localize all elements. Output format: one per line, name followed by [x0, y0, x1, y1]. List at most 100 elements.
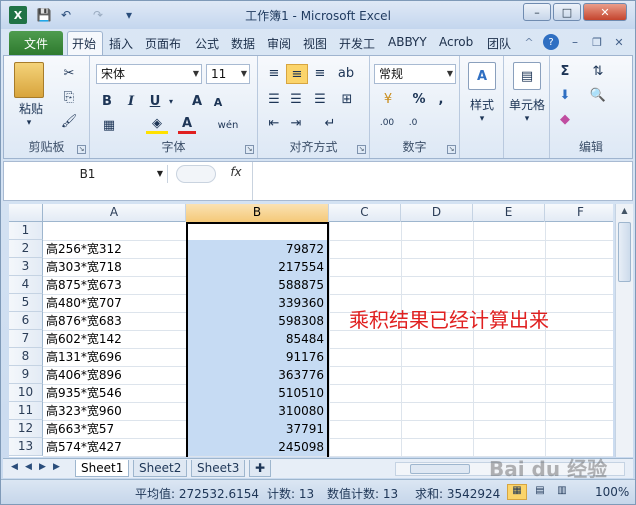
- insert-function-button[interactable]: fx: [224, 165, 248, 183]
- decrease-indent-icon[interactable]: ⇤: [264, 114, 284, 132]
- cell-a[interactable]: 高935*宽546: [46, 384, 122, 402]
- minimize-button[interactable]: –: [523, 3, 551, 21]
- italic-button[interactable]: I: [122, 92, 140, 110]
- tab-file[interactable]: 文件: [9, 31, 63, 55]
- column-header-f[interactable]: F: [545, 204, 613, 222]
- font-name-combo[interactable]: 宋体 ▼: [96, 64, 202, 84]
- vertical-scrollbar[interactable]: ▲: [615, 204, 633, 457]
- clipboard-launcher-icon[interactable]: ↘: [77, 145, 86, 154]
- cells-icon[interactable]: ▤: [513, 62, 541, 90]
- insert-sheet-icon[interactable]: ✚: [249, 460, 271, 477]
- row-header[interactable]: 7: [9, 330, 43, 348]
- styles-label[interactable]: 样式: [460, 96, 504, 113]
- underline-button[interactable]: U: [146, 92, 164, 110]
- paste-icon[interactable]: [14, 62, 44, 98]
- tab-abbyy[interactable]: ABBYY: [388, 35, 427, 49]
- row-header[interactable]: 2: [9, 240, 43, 258]
- cells-dropdown-icon[interactable]: ▾: [517, 114, 537, 124]
- normal-view-icon[interactable]: ▦: [507, 484, 527, 500]
- clear-icon[interactable]: ◆: [556, 110, 574, 128]
- styles-icon[interactable]: A: [468, 62, 496, 90]
- select-all-corner[interactable]: [9, 204, 43, 222]
- cells-label[interactable]: 单元格: [504, 96, 550, 113]
- first-sheet-icon[interactable]: ◀: [11, 462, 18, 472]
- close-button[interactable]: ✕: [583, 3, 627, 21]
- copy-icon[interactable]: ⎘: [60, 88, 78, 106]
- comma-button[interactable]: ,: [432, 90, 450, 108]
- maximize-button[interactable]: □: [553, 3, 581, 21]
- cell-a[interactable]: 高663*宽57: [46, 420, 114, 438]
- align-top-icon[interactable]: ≡: [264, 64, 284, 82]
- row-header[interactable]: 3: [9, 258, 43, 276]
- tab-insert[interactable]: 插入: [109, 35, 133, 52]
- cell-a[interactable]: 高875*宽673: [46, 276, 122, 294]
- align-center-icon[interactable]: ☰: [286, 90, 306, 108]
- cell-a[interactable]: 高323*宽960: [46, 402, 122, 420]
- tab-view[interactable]: 视图: [303, 35, 327, 52]
- cut-icon[interactable]: ✂: [60, 64, 78, 82]
- sheet-tab-1[interactable]: Sheet1: [75, 460, 130, 477]
- orientation-icon[interactable]: ab: [336, 64, 356, 82]
- align-bottom-icon[interactable]: ≡: [310, 64, 330, 82]
- wrap-text-icon[interactable]: ↵: [318, 114, 342, 132]
- column-header-e[interactable]: E: [473, 204, 545, 222]
- row-header[interactable]: 4: [9, 276, 43, 294]
- font-size-combo[interactable]: 11 ▼: [206, 64, 250, 84]
- page-layout-view-icon[interactable]: ▤: [531, 485, 549, 496]
- tab-acrobat[interactable]: Acrob: [439, 35, 473, 49]
- fill-icon[interactable]: ⬇: [556, 86, 574, 104]
- row-header[interactable]: 1: [9, 222, 43, 240]
- horizontal-scroll-thumb[interactable]: [410, 464, 470, 474]
- tab-page-layout[interactable]: 页面布: [145, 35, 181, 52]
- tab-team[interactable]: 团队: [487, 35, 511, 52]
- styles-dropdown-icon[interactable]: ▾: [472, 114, 492, 124]
- font-launcher-icon[interactable]: ↘: [245, 145, 254, 154]
- column-header-a[interactable]: A: [43, 204, 186, 222]
- scroll-up-icon[interactable]: ▲: [618, 206, 631, 220]
- tab-data[interactable]: 数据: [231, 35, 255, 52]
- number-launcher-icon[interactable]: ↘: [447, 145, 456, 154]
- cell-a[interactable]: 高480*宽707: [46, 294, 122, 312]
- sort-filter-icon[interactable]: ⇅: [586, 62, 610, 80]
- percent-button[interactable]: %: [410, 90, 428, 108]
- zoom-level[interactable]: 100%: [595, 485, 629, 499]
- increase-decimal-icon[interactable]: .00: [376, 114, 398, 132]
- row-header[interactable]: 13: [9, 438, 43, 456]
- paste-dropdown-icon[interactable]: ▾: [14, 118, 44, 128]
- doc-restore-icon[interactable]: ❐: [589, 34, 605, 50]
- format-painter-icon[interactable]: 🖌: [60, 112, 78, 130]
- page-break-view-icon[interactable]: ▥: [553, 485, 571, 496]
- align-left-icon[interactable]: ☰: [264, 90, 284, 108]
- doc-close-icon[interactable]: ✕: [611, 34, 627, 50]
- prev-sheet-icon[interactable]: ◀: [25, 462, 32, 472]
- cell-a[interactable]: 高876*宽683: [46, 312, 122, 330]
- next-sheet-icon[interactable]: ▶: [39, 462, 46, 472]
- shrink-font-button[interactable]: A: [210, 94, 226, 110]
- name-box[interactable]: B1 ▼: [8, 165, 168, 183]
- find-select-icon[interactable]: 🔍: [586, 86, 610, 104]
- sheet-tab-3[interactable]: Sheet3: [191, 460, 246, 477]
- alignment-launcher-icon[interactable]: ↘: [357, 145, 366, 154]
- formula-divider-handle[interactable]: [176, 165, 216, 183]
- decrease-decimal-icon[interactable]: .0: [402, 114, 424, 132]
- tab-review[interactable]: 审阅: [267, 35, 291, 52]
- cell-a[interactable]: 高406*宽896: [46, 366, 122, 384]
- cell-a[interactable]: 高574*宽427: [46, 438, 122, 456]
- tab-home[interactable]: 开始: [72, 35, 96, 52]
- grow-font-button[interactable]: A: [188, 92, 206, 110]
- row-header[interactable]: 6: [9, 312, 43, 330]
- cell-a[interactable]: 高602*宽142: [46, 330, 122, 348]
- autosum-button[interactable]: Σ: [556, 62, 574, 80]
- vertical-scroll-thumb[interactable]: [618, 222, 631, 282]
- borders-icon[interactable]: ▦: [98, 116, 120, 134]
- help-icon[interactable]: ?: [543, 34, 559, 50]
- merge-center-icon[interactable]: ⊞: [336, 90, 358, 108]
- column-header-b[interactable]: B: [186, 204, 329, 222]
- row-header[interactable]: 12: [9, 420, 43, 438]
- cell-a[interactable]: 高256*宽312: [46, 240, 122, 258]
- row-header[interactable]: 9: [9, 366, 43, 384]
- row-header[interactable]: 10: [9, 384, 43, 402]
- number-format-combo[interactable]: 常规 ▼: [374, 64, 456, 84]
- align-middle-icon[interactable]: ≡: [286, 64, 308, 84]
- doc-minimize-icon[interactable]: –: [567, 34, 583, 50]
